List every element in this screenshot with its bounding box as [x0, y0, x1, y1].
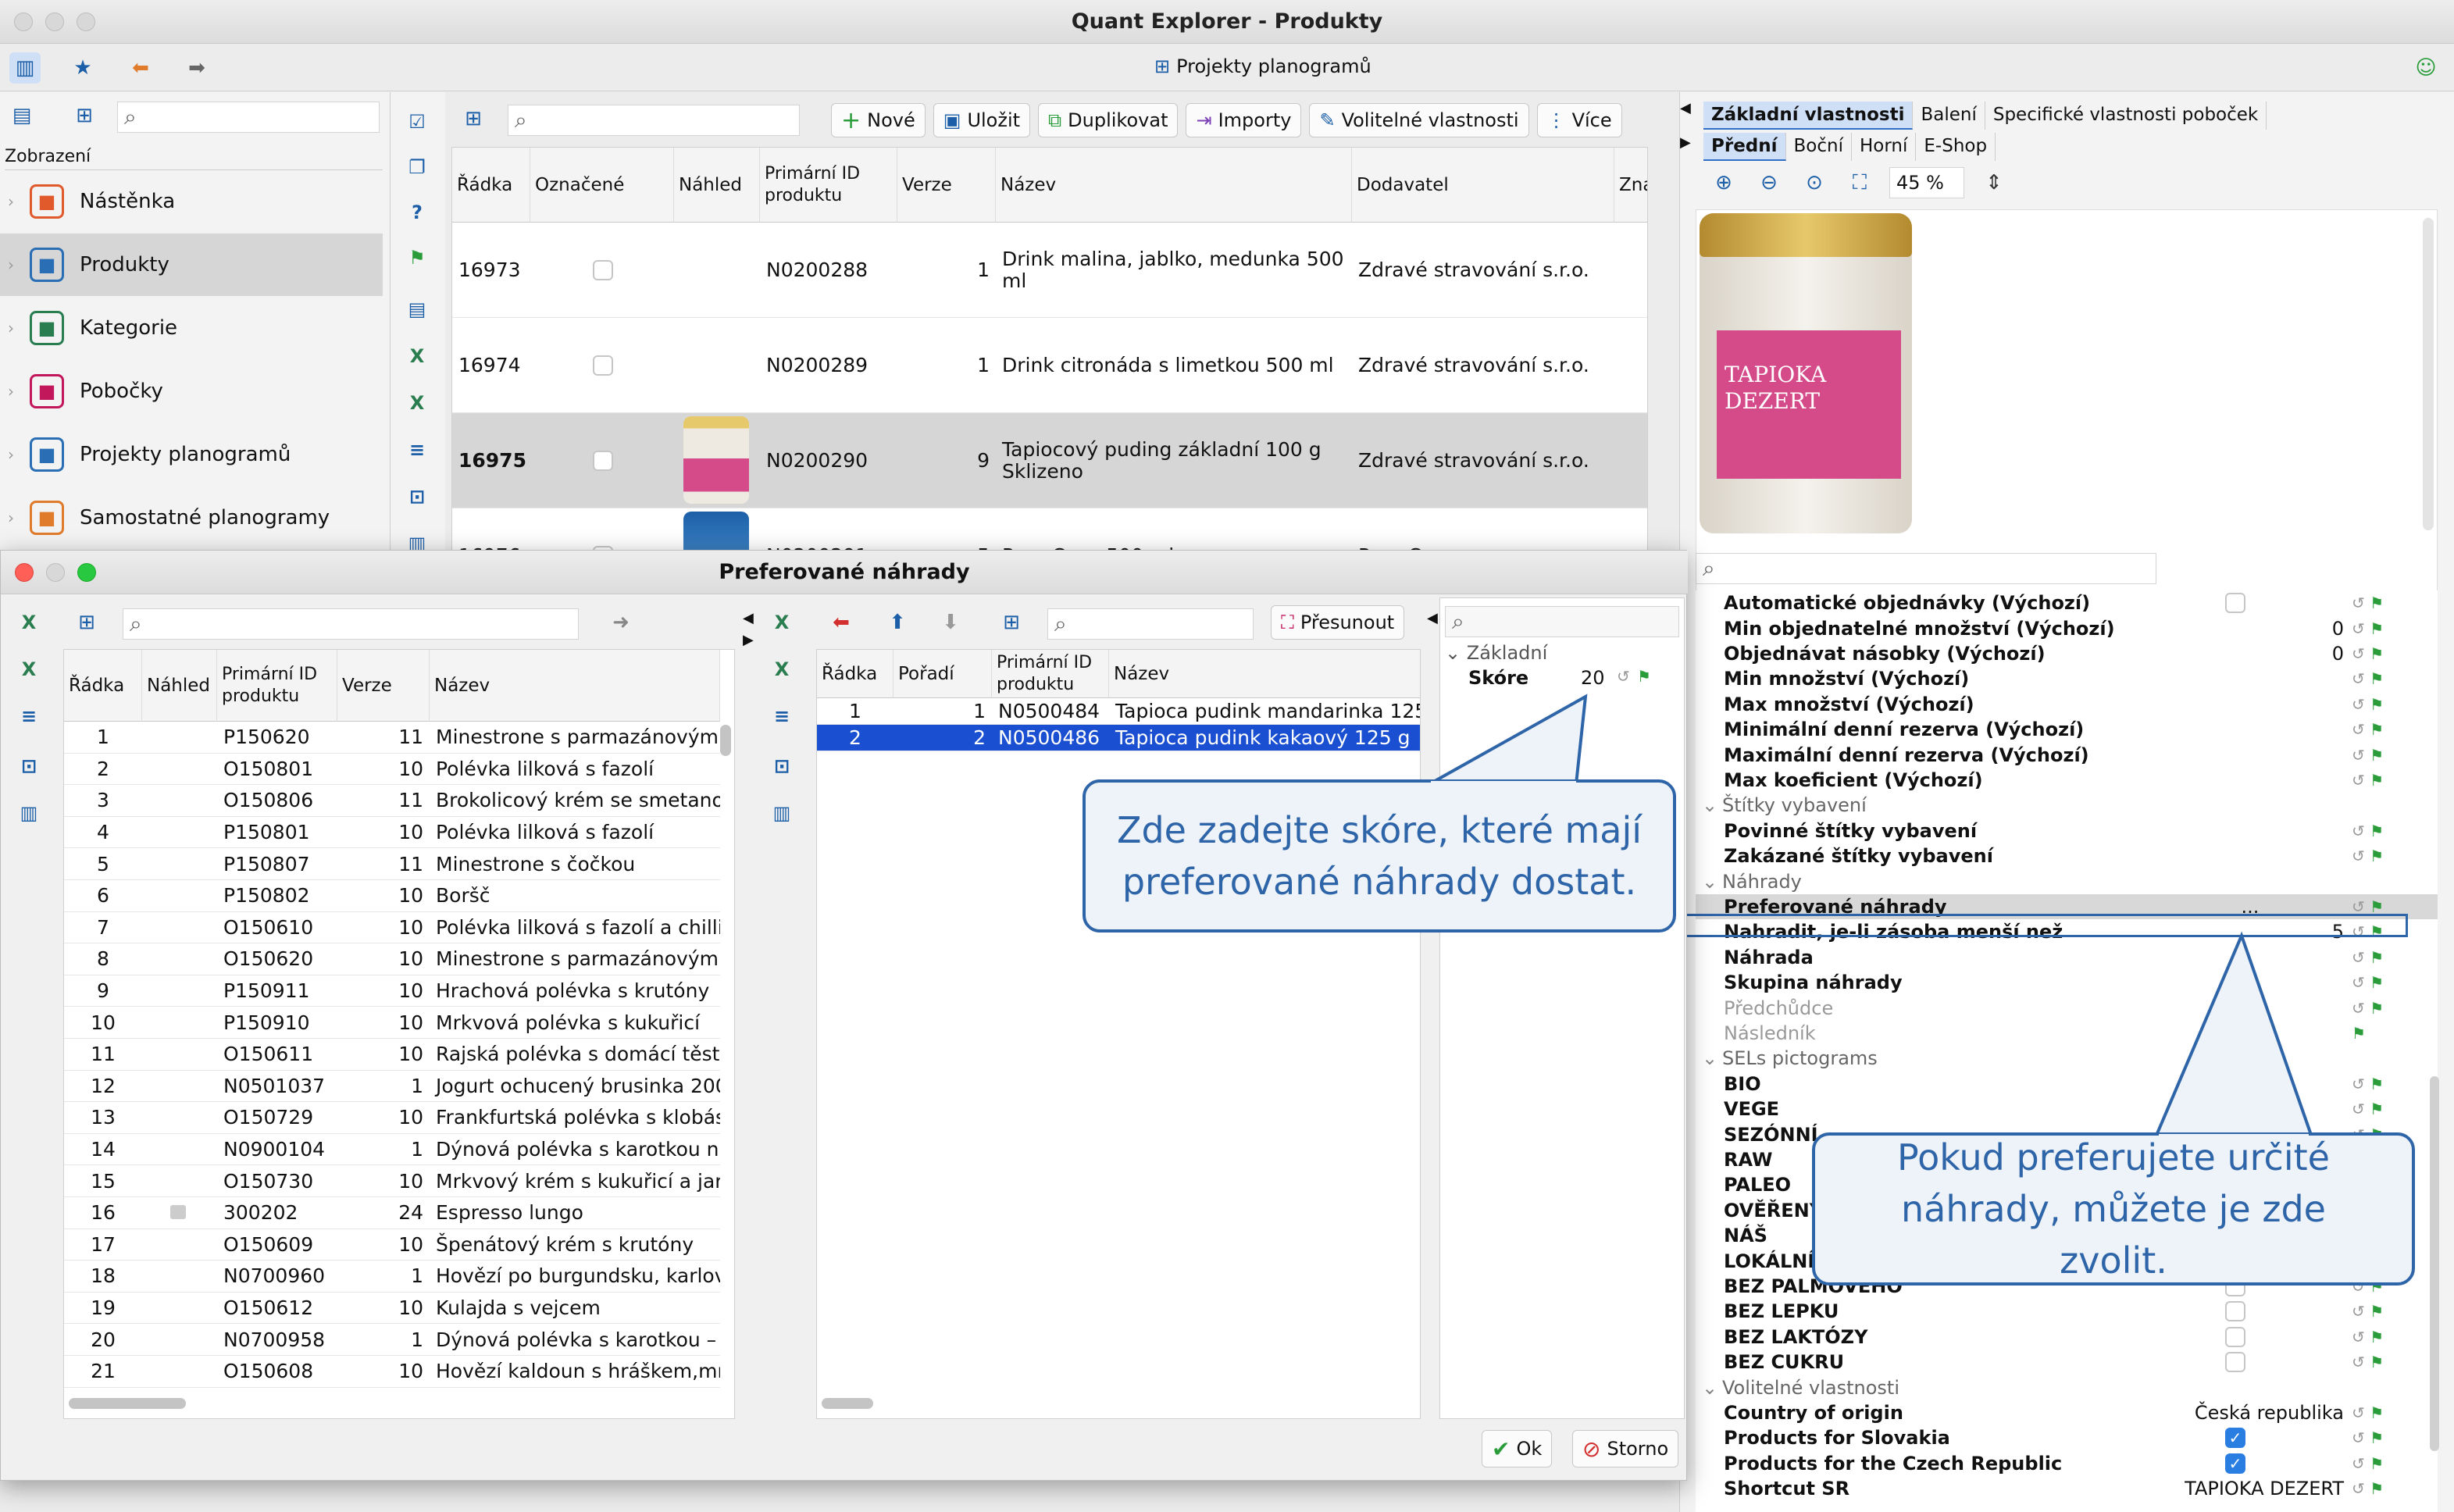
callout-join-mask: [2159, 1134, 2309, 1142]
score-callout: Zde zadejte skóre, které mají preferovan…: [1083, 779, 1676, 933]
score-callout-pointer: [1423, 694, 1588, 786]
preferred-callout-pointer: [2153, 931, 2314, 1139]
preferred-substitutes-callout: Pokud preferujete určité náhrady, můžete…: [1812, 1132, 2415, 1286]
callout-join-mask: [1431, 781, 1576, 789]
